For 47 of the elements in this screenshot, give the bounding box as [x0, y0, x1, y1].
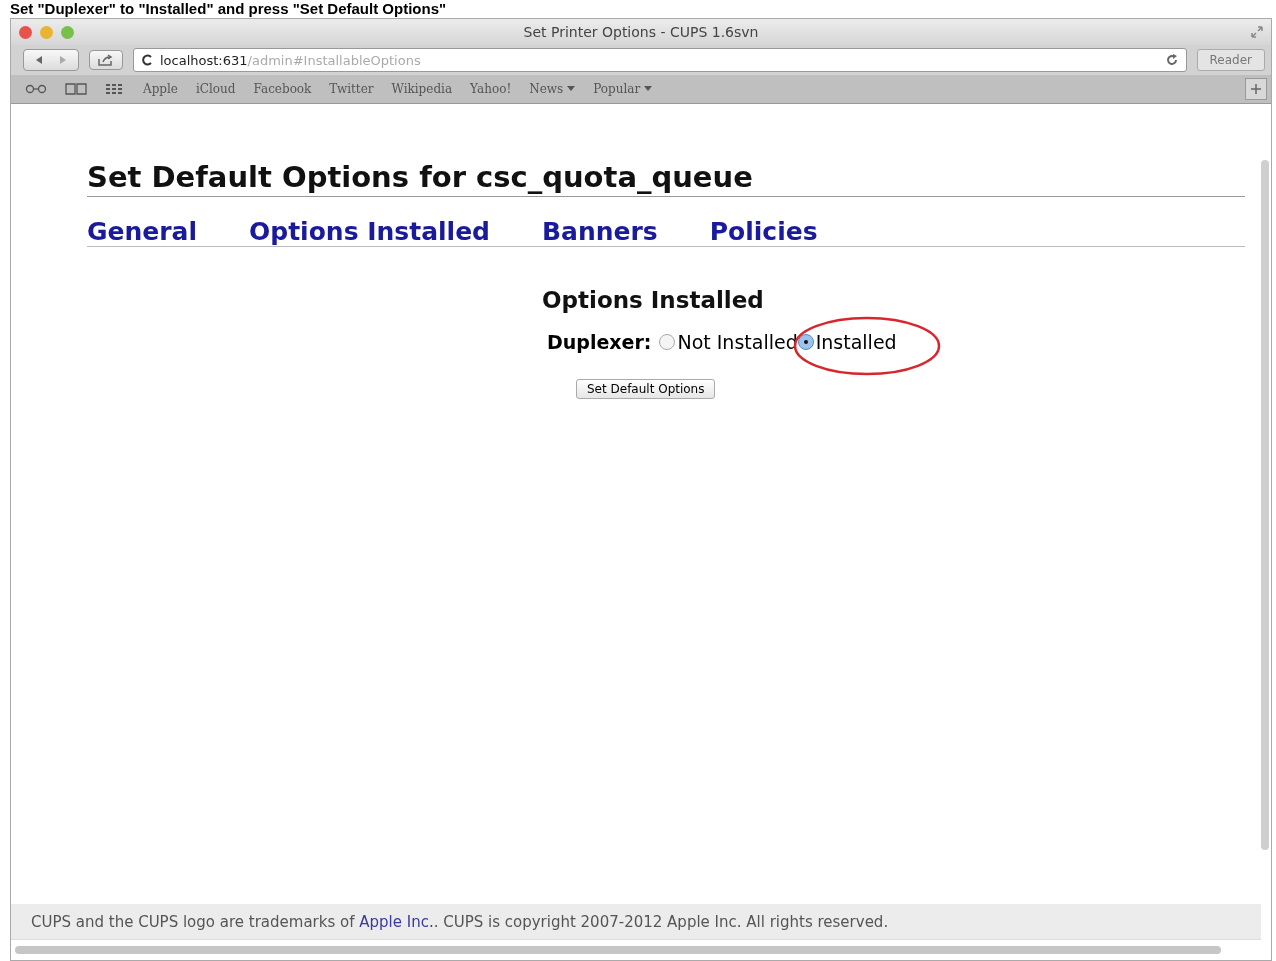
book-icon[interactable] [65, 83, 87, 95]
window-title: Set Printer Options - CUPS 1.6svn [522, 24, 760, 40]
address-field[interactable]: localhost:631/admin#InstallableOptions [133, 48, 1187, 72]
bookmark-link[interactable]: Wikipedia [391, 82, 453, 96]
caret-icon [644, 86, 653, 92]
set-default-options-button[interactable]: Set Default Options [576, 379, 716, 399]
url-path: /admin#InstallableOptions [247, 52, 421, 68]
instruction-caption: Set "Duplexer" to "Installed" and press "Set Default Options" [9, 0, 448, 18]
bookmark-link[interactable]: Twitter [329, 82, 374, 96]
section-heading: Options Installed [542, 287, 764, 313]
glasses-icon[interactable] [25, 84, 47, 94]
horizontal-scrollbar[interactable] [15, 946, 1221, 954]
radio-button[interactable] [659, 334, 676, 350]
zoom-button[interactable] [61, 25, 74, 39]
bookmark-link[interactable]: Facebook [253, 82, 312, 96]
url-host: localhost:631 [160, 52, 248, 68]
close-button[interactable] [19, 25, 32, 39]
bookmark-link[interactable]: Yahoo! [470, 82, 512, 96]
fullscreen-icon[interactable] [1251, 26, 1263, 38]
reload-icon[interactable] [1165, 54, 1178, 66]
vertical-scrollbar[interactable] [1261, 160, 1269, 850]
grid-icon[interactable] [105, 83, 125, 95]
tab-link[interactable]: General [87, 217, 197, 246]
bookmark-link[interactable]: iCloud [195, 82, 236, 96]
tab-link[interactable]: Banners [542, 217, 658, 246]
tab-link[interactable]: Options Installed [249, 217, 490, 246]
site-icon [142, 54, 154, 66]
plus-icon [1251, 84, 1261, 94]
caret-icon [567, 86, 576, 92]
radio-button[interactable] [797, 334, 814, 350]
back-icon [34, 55, 44, 65]
radio-label[interactable]: Not Installed [677, 331, 798, 353]
back-forward-buttons[interactable] [23, 49, 79, 71]
minimize-button[interactable] [40, 25, 53, 39]
apple-link[interactable]: Apple Inc. [359, 913, 434, 931]
tab-link[interactable]: Policies [709, 217, 818, 246]
field-label: Duplexer: [547, 331, 652, 353]
reader-button[interactable]: Reader [1196, 49, 1265, 71]
page-heading: Set Default Options for csc_quota_queue [87, 160, 1245, 197]
bookmark-link[interactable]: Apple [143, 82, 178, 96]
new-tab-button[interactable] [1245, 78, 1267, 100]
bookmark-menu[interactable]: News [529, 82, 576, 96]
forward-icon [58, 55, 68, 65]
bookmark-menu[interactable]: Popular [593, 82, 653, 96]
share-button[interactable] [89, 50, 123, 70]
copyright-text: CUPS and the CUPS logo are trademarks of Apple Inc.. CUPS is copyright 2007-2012 Apple Inc. All rights reserved. [31, 913, 889, 931]
share-icon [98, 54, 114, 66]
